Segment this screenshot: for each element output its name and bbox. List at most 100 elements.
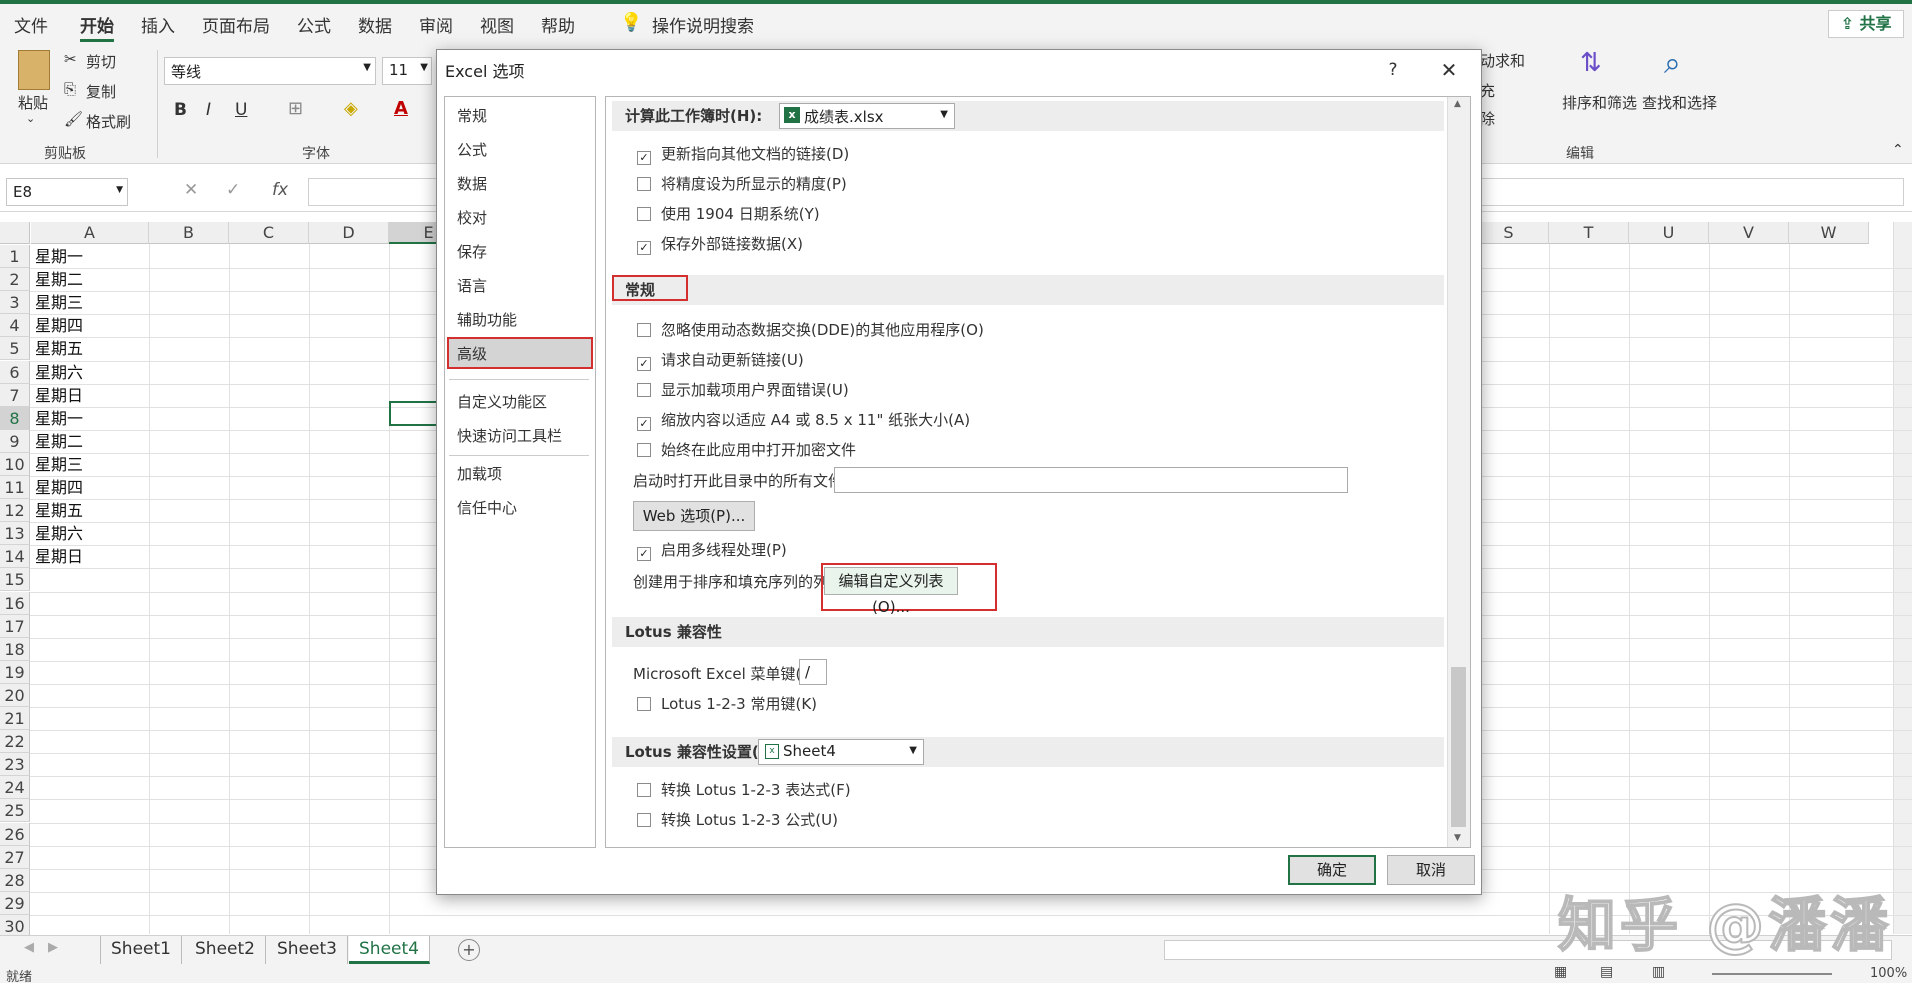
edit-custom-lists-button[interactable]: 编辑自定义列表(O)...	[824, 567, 958, 616]
nav-formulas[interactable]: 公式	[457, 139, 487, 160]
menu-home[interactable]: 开始	[80, 12, 114, 42]
border-icon[interactable]: ⊞	[288, 98, 303, 119]
autosum-button[interactable]: 动求和	[1480, 50, 1525, 71]
help-button[interactable]: ?	[1377, 54, 1409, 86]
checkbox-icon[interactable]	[637, 207, 651, 221]
nav-save[interactable]: 保存	[457, 241, 487, 262]
menu-page-layout[interactable]: 页面布局	[202, 12, 270, 37]
row-header[interactable]: 10	[0, 452, 30, 476]
clear-button[interactable]: 除	[1480, 108, 1495, 129]
column-header[interactable]: T	[1549, 222, 1629, 244]
row-header[interactable]: 1	[0, 245, 30, 268]
scroll-down-icon[interactable]: ▼	[1454, 833, 1461, 843]
checkbox-icon[interactable]	[637, 697, 651, 711]
fill-button[interactable]: 充	[1480, 80, 1495, 101]
column-header[interactable]: A	[31, 222, 149, 244]
sort-filter-icon[interactable]: ⇅	[1580, 48, 1602, 78]
row-header[interactable]: 21	[0, 707, 30, 730]
row-header[interactable]: 28	[0, 868, 30, 892]
scroll-up-icon[interactable]: ▲	[1454, 99, 1461, 109]
cut-button[interactable]: 剪切	[86, 51, 116, 72]
cell[interactable]: 星期三	[31, 291, 83, 314]
row-header[interactable]: 20	[0, 683, 30, 707]
startup-folder-input[interactable]	[834, 467, 1348, 493]
zoom-slider[interactable]	[1712, 973, 1832, 975]
menu-formulas[interactable]: 公式	[297, 12, 331, 37]
fill-color-icon[interactable]: ◈	[344, 98, 358, 119]
menu-key-input[interactable]: /	[799, 659, 827, 685]
nav-data[interactable]: 数据	[457, 173, 487, 194]
menu-view[interactable]: 视图	[480, 12, 514, 37]
opt-ignore-dde[interactable]: 忽略使用动态数据交换(DDE)的其他应用程序(O)	[637, 319, 984, 340]
row-header[interactable]: 16	[0, 591, 30, 615]
opt-show-addin-errors[interactable]: 显示加载项用户界面错误(U)	[637, 379, 849, 400]
nav-quick-access-toolbar[interactable]: 快速访问工具栏	[457, 425, 562, 446]
row-header[interactable]: 25	[0, 799, 30, 823]
sheet-vertical-scrollbar[interactable]	[1893, 222, 1912, 934]
web-options-button[interactable]: Web 选项(P)...	[633, 501, 755, 531]
column-header[interactable]: U	[1629, 222, 1709, 244]
column-header[interactable]: W	[1789, 222, 1869, 244]
chevron-down-icon[interactable]: ⌄	[26, 112, 35, 125]
checkbox-checked-icon[interactable]: ✓	[637, 151, 651, 165]
cell[interactable]: 星期二	[31, 430, 83, 453]
cell[interactable]: 星期一	[31, 245, 83, 268]
cell[interactable]: 星期二	[31, 268, 83, 291]
cell[interactable]: 星期四	[31, 314, 83, 337]
cancel-button[interactable]: 取消	[1387, 855, 1475, 885]
close-button[interactable]: ✕	[1433, 54, 1465, 86]
row-header[interactable]: 2	[0, 268, 30, 292]
checkbox-icon[interactable]	[637, 383, 651, 397]
column-header[interactable]: D	[309, 222, 389, 244]
normal-view-icon[interactable]: ▦	[1554, 964, 1567, 980]
checkbox-checked-icon[interactable]: ✓	[637, 241, 651, 255]
checkbox-checked-icon[interactable]: ✓	[637, 417, 651, 431]
row-header[interactable]: 13	[0, 522, 30, 546]
cell[interactable]: 星期六	[31, 361, 83, 384]
nav-general[interactable]: 常规	[457, 105, 487, 126]
page-layout-view-icon[interactable]: ▤	[1600, 964, 1613, 980]
options-scrollbar[interactable]: ▲ ▼	[1447, 97, 1470, 847]
checkbox-icon[interactable]	[637, 443, 651, 457]
scrollbar-thumb[interactable]	[1451, 667, 1466, 827]
menu-file[interactable]: 文件	[14, 12, 48, 37]
zoom-level[interactable]: 100%	[1870, 966, 1907, 981]
row-header[interactable]: 24	[0, 776, 30, 800]
row-header[interactable]: 19	[0, 660, 30, 684]
scroll-left-icon[interactable]: ◀	[24, 940, 34, 955]
sheet-tab[interactable]: Sheet3	[267, 936, 348, 964]
cancel-icon[interactable]: ✕	[184, 180, 198, 200]
enter-icon[interactable]: ✓	[226, 180, 240, 200]
row-header[interactable]: 5	[0, 337, 30, 361]
lotus-sheet-select[interactable]: x Sheet4 ▼	[758, 739, 924, 765]
cell[interactable]: 星期日	[31, 545, 83, 568]
copy-icon[interactable]: ⎘	[64, 80, 76, 98]
italic-button[interactable]: I	[206, 100, 211, 120]
opt-precision-as-displayed[interactable]: 将精度设为所显示的精度(P)	[637, 173, 847, 194]
cell[interactable]: 星期一	[31, 407, 83, 430]
opt-save-external-link-values[interactable]: ✓ 保存外部链接数据(X)	[637, 233, 803, 255]
checkbox-icon[interactable]	[637, 177, 651, 191]
row-header[interactable]: 11	[0, 476, 30, 499]
cell[interactable]: 星期四	[31, 476, 83, 499]
menu-insert[interactable]: 插入	[141, 12, 175, 37]
collapse-ribbon-icon[interactable]: ⌃	[1892, 142, 1904, 158]
cut-icon[interactable]: ✂	[64, 50, 77, 68]
row-header[interactable]: 26	[0, 822, 30, 846]
column-header[interactable]: V	[1709, 222, 1789, 244]
select-all-corner[interactable]	[0, 222, 30, 244]
insert-function-button[interactable]: fx	[272, 180, 288, 200]
row-header[interactable]: 22	[0, 730, 30, 754]
nav-trust-center[interactable]: 信任中心	[457, 497, 517, 518]
sheet-tab[interactable]: Sheet1	[101, 936, 182, 964]
column-header[interactable]: C	[229, 222, 309, 244]
row-header[interactable]: 14	[0, 545, 30, 569]
bold-button[interactable]: B	[174, 100, 187, 120]
opt-lotus-formula-evaluation[interactable]: 转换 Lotus 1-2-3 表达式(F)	[637, 779, 851, 800]
menu-review[interactable]: 审阅	[419, 12, 453, 37]
find-select-button[interactable]: 查找和选择	[1642, 92, 1717, 113]
cell[interactable]: 星期六	[31, 522, 83, 545]
sheet-tab[interactable]: Sheet2	[185, 936, 266, 964]
row-header[interactable]: 29	[0, 891, 30, 915]
brush-icon[interactable]: 🖌	[64, 110, 83, 128]
